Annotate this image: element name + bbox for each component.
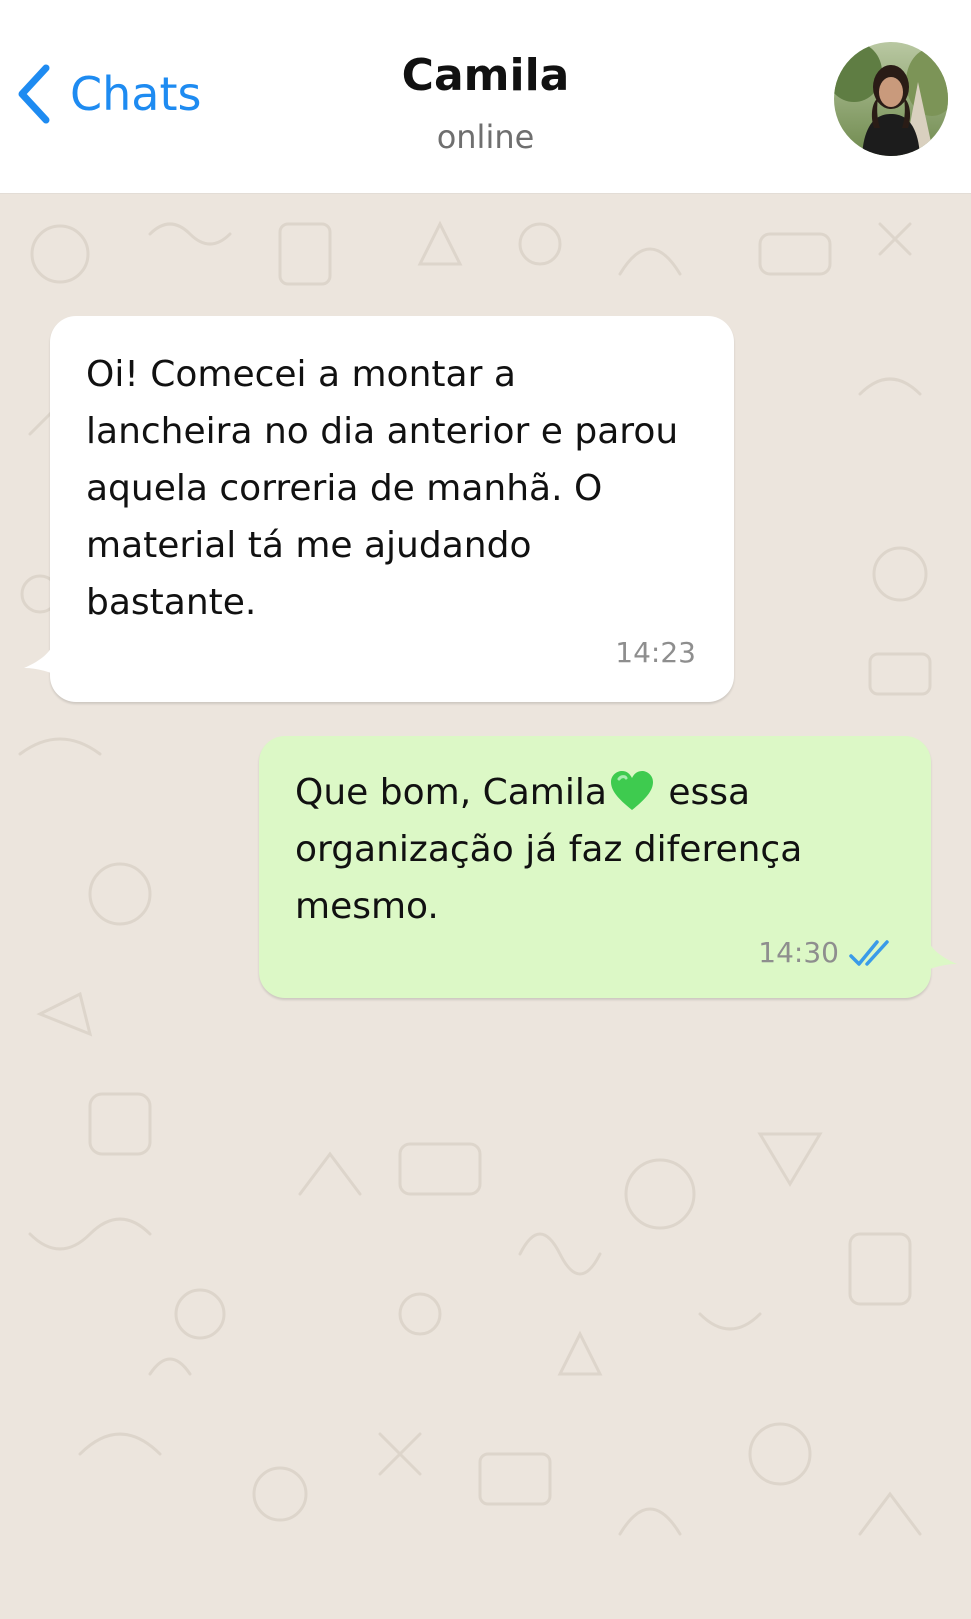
message-time: 14:23	[615, 636, 696, 669]
read-double-check-icon	[849, 940, 889, 966]
chat-area[interactable]: Oi! Comecei a montar a lancheira no dia …	[0, 194, 971, 1619]
message-text-part: Que bom, Camila	[295, 772, 607, 813]
incoming-message[interactable]: Oi! Comecei a montar a lancheira no dia …	[24, 316, 734, 702]
outgoing-message[interactable]: Que bom, Camila essa organização já faz …	[259, 736, 957, 998]
message-text: Oi! Comecei a montar a lancheira no dia …	[86, 354, 679, 623]
message-text: Que bom, Camila essa organização já faz …	[295, 764, 915, 935]
contact-status: online	[436, 118, 535, 156]
avatar[interactable]	[834, 42, 948, 156]
bubble-tail	[24, 642, 64, 678]
chat-header: Chats Camila online	[0, 0, 971, 194]
bubble-tail	[917, 938, 957, 974]
contact-name[interactable]: Camila	[0, 50, 971, 101]
message-time: 14:30	[758, 936, 839, 969]
green-heart-icon	[610, 771, 653, 810]
